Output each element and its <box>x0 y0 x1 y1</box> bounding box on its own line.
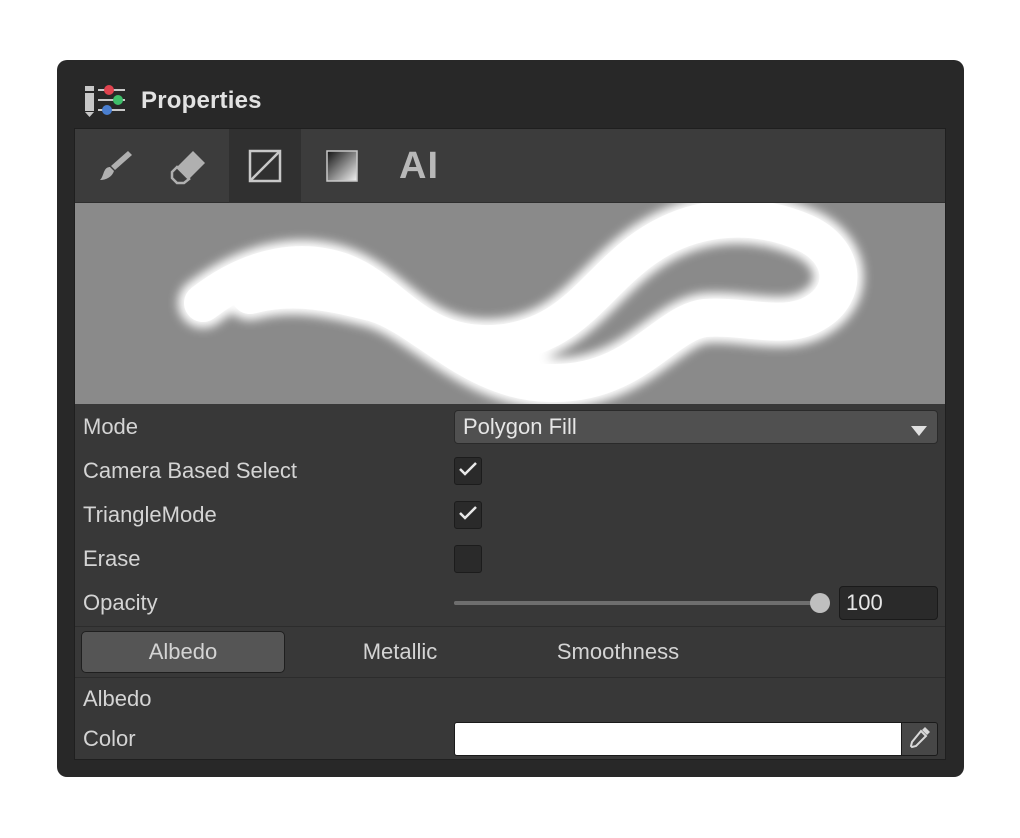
ai-tool-button[interactable]: AI <box>383 129 455 203</box>
opacity-slider-fill <box>454 601 820 605</box>
mode-dropdown[interactable]: Polygon Fill <box>454 410 938 444</box>
color-swatch-field[interactable] <box>454 722 902 756</box>
albedo-heading: Albedo <box>83 686 152 711</box>
eyedropper-icon <box>908 725 932 754</box>
opacity-slider-thumb[interactable] <box>810 593 830 613</box>
checkmark-icon <box>458 461 478 482</box>
polygon-fill-tool-button[interactable] <box>229 129 301 203</box>
brush-stroke-preview <box>178 203 864 404</box>
camera-based-select-checkbox[interactable] <box>454 457 482 485</box>
eraser-icon <box>169 146 209 186</box>
chevron-down-icon <box>911 423 927 436</box>
panel-titlebar: Properties <box>57 60 964 128</box>
opacity-input[interactable]: 100 <box>839 586 938 620</box>
mode-dropdown-value: Polygon Fill <box>463 414 577 439</box>
tab-albedo[interactable]: Albedo <box>81 631 285 673</box>
opacity-row: Opacity 100 <box>75 581 945 625</box>
eyedropper-button[interactable] <box>902 722 938 756</box>
camera-based-select-row: Camera Based Select <box>75 449 945 493</box>
panel-title: Properties <box>141 87 262 114</box>
mode-row: Mode Polygon Fill <box>75 405 945 449</box>
properties-sliders-icon <box>83 84 127 120</box>
triangle-mode-checkbox[interactable] <box>454 501 482 529</box>
polygon-fill-icon <box>247 148 283 184</box>
triangle-mode-row: TriangleMode <box>75 493 945 537</box>
erase-checkbox[interactable] <box>454 545 482 573</box>
channel-tabs: Albedo Metallic Smoothness <box>75 626 945 678</box>
tool-toolbar: AI <box>75 129 945 203</box>
properties-panel: Properties AI Mode Polygon Fill Camera B… <box>57 60 964 777</box>
erase-label: Erase <box>83 546 141 571</box>
opacity-label: Opacity <box>83 590 158 615</box>
brush-preview <box>75 203 945 404</box>
gradient-tool-button[interactable] <box>306 129 378 203</box>
triangle-mode-label: TriangleMode <box>83 502 217 527</box>
opacity-input-value: 100 <box>846 590 883 615</box>
tab-metallic[interactable]: Metallic <box>297 631 503 673</box>
albedo-heading-row: Albedo <box>75 679 945 719</box>
opacity-slider-track[interactable] <box>454 601 820 605</box>
checkmark-icon <box>458 505 478 526</box>
eraser-tool-button[interactable] <box>153 129 225 203</box>
ai-icon: AI <box>399 144 439 187</box>
panel-content: AI Mode Polygon Fill Camera Based Select… <box>74 128 946 760</box>
erase-row: Erase <box>75 537 945 581</box>
brush-icon <box>95 146 135 186</box>
gradient-icon <box>324 148 360 184</box>
tab-smoothness[interactable]: Smoothness <box>515 631 721 673</box>
color-label: Color <box>83 726 136 751</box>
color-row: Color <box>75 719 945 759</box>
camera-based-select-label: Camera Based Select <box>83 458 297 483</box>
brush-tool-button[interactable] <box>79 129 151 203</box>
mode-label: Mode <box>83 414 139 439</box>
